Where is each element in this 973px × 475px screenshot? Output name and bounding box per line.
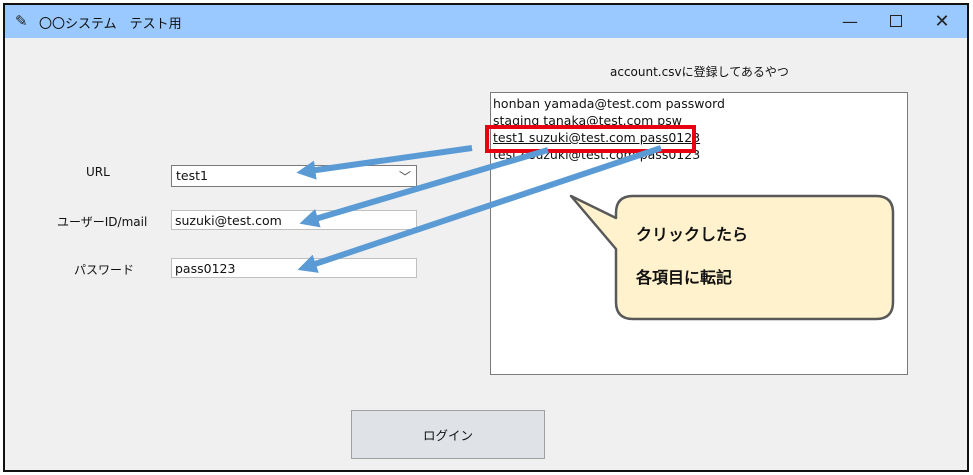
url-label: URL xyxy=(86,165,110,179)
chevron-down-icon[interactable]: ﹀ xyxy=(399,168,411,185)
maximize-button[interactable] xyxy=(873,5,919,38)
list-item[interactable]: staging tanaka@test.com psw xyxy=(493,112,682,129)
close-icon: ✕ xyxy=(934,11,950,32)
list-item-selected[interactable]: test1 suzuki@test.com pass0123 xyxy=(493,129,700,146)
maximize-icon xyxy=(890,15,902,27)
list-item[interactable]: test2 suzuki@test.com pass0123 xyxy=(493,146,700,163)
app-window: ✎ 〇〇システム テスト用 — ✕ URL test1 ﹀ ユーザーID/mai… xyxy=(3,3,969,472)
minimize-icon: — xyxy=(842,12,858,31)
account-list-caption: account.csvに登録してあるやつ xyxy=(610,65,789,79)
list-item[interactable]: honban yamada@test.com password xyxy=(493,95,725,112)
user-id-input[interactable] xyxy=(171,210,417,230)
feather-icon: ✎ xyxy=(15,12,28,30)
close-button[interactable]: ✕ xyxy=(919,5,965,38)
callout-text-line1: クリックしたら xyxy=(636,225,749,244)
login-button[interactable]: ログイン xyxy=(351,410,545,459)
title-bar[interactable]: ✎ 〇〇システム テスト用 — ✕ xyxy=(5,5,967,38)
minimize-button[interactable]: — xyxy=(827,5,873,38)
callout-text-line2: 各項目に転記 xyxy=(636,268,733,287)
url-select-value: test1 xyxy=(176,168,208,183)
user-id-label: ユーザーID/mail xyxy=(57,215,148,229)
password-input[interactable] xyxy=(171,258,417,278)
url-select[interactable]: test1 ﹀ xyxy=(171,165,417,187)
window-title: 〇〇システム テスト用 xyxy=(39,17,182,32)
password-label: パスワード xyxy=(74,263,135,277)
